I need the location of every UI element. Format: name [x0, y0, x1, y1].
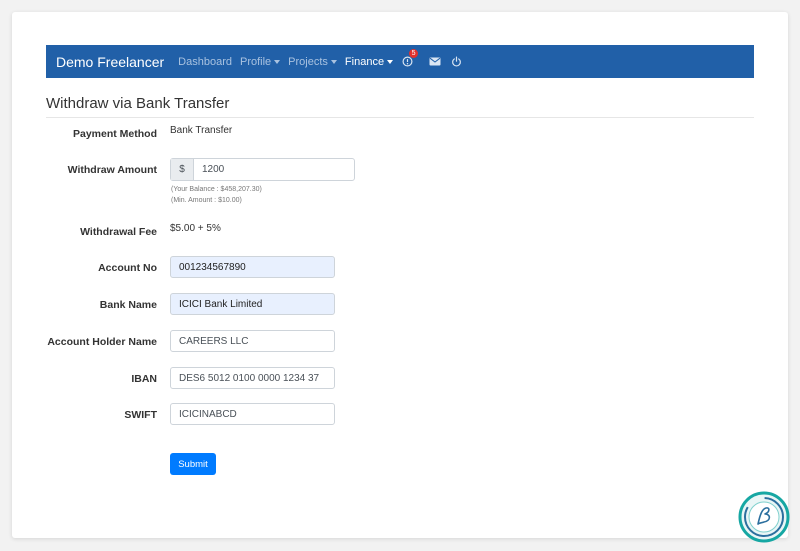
nav-profile-label: Profile [239, 55, 272, 68]
withdraw-amount-group: $ [170, 158, 355, 181]
nav-finance[interactable]: Finance [344, 55, 394, 68]
swift-label: SWIFT [124, 409, 157, 421]
nav-dashboard[interactable]: Dashboard [178, 56, 232, 68]
nav-finance-label: Finance [344, 55, 385, 68]
caret-down-icon [274, 59, 281, 64]
min-amount-note: (Min. Amount : $10.00) [171, 197, 242, 204]
logout-button[interactable] [451, 56, 462, 67]
nav-profile[interactable]: Profile [239, 55, 281, 68]
currency-addon: $ [171, 159, 194, 180]
brand-link[interactable]: Demo Freelancer [56, 54, 164, 70]
mail-icon [429, 57, 441, 66]
nav-projects[interactable]: Projects [288, 56, 337, 68]
notification-count-badge: 5 [409, 49, 419, 58]
account-holder-label: Account Holder Name [47, 336, 157, 348]
nav-projects-label: Projects [288, 55, 328, 68]
caret-down-icon [387, 59, 394, 64]
caret-down-icon [330, 59, 337, 64]
floating-chat-button[interactable] [738, 491, 790, 543]
bank-name-label: Bank Name [99, 299, 157, 311]
page-title: Withdraw via Bank Transfer [46, 95, 754, 118]
payment-method-label: Payment Method [72, 128, 157, 140]
notifications-button[interactable]: 5 [402, 49, 419, 67]
balance-note: (Your Balance : $458,207.30) [171, 186, 262, 193]
account-no-label: Account No [98, 262, 157, 274]
withdrawal-fee-value: $5.00 + 5% [170, 223, 221, 234]
withdraw-amount-label: Withdraw Amount [67, 164, 157, 176]
iban-input[interactable] [170, 367, 335, 389]
bank-name-input[interactable] [170, 293, 335, 315]
iban-label: IBAN [131, 373, 157, 385]
page-card [12, 12, 788, 538]
nav-dashboard-label: Dashboard [178, 55, 232, 68]
withdrawal-fee-label: Withdrawal Fee [80, 226, 157, 238]
payment-method-value: Bank Transfer [170, 125, 233, 136]
account-holder-input[interactable] [170, 330, 335, 352]
submit-button[interactable]: Submit [170, 453, 216, 475]
power-icon [452, 56, 461, 67]
brand-badge-icon [738, 491, 790, 543]
swift-input[interactable] [170, 403, 335, 425]
messages-button[interactable] [429, 57, 441, 66]
withdraw-amount-input[interactable] [194, 159, 354, 180]
top-navbar: Demo Freelancer Dashboard Profile Projec… [46, 45, 754, 78]
account-no-input[interactable] [170, 256, 335, 278]
